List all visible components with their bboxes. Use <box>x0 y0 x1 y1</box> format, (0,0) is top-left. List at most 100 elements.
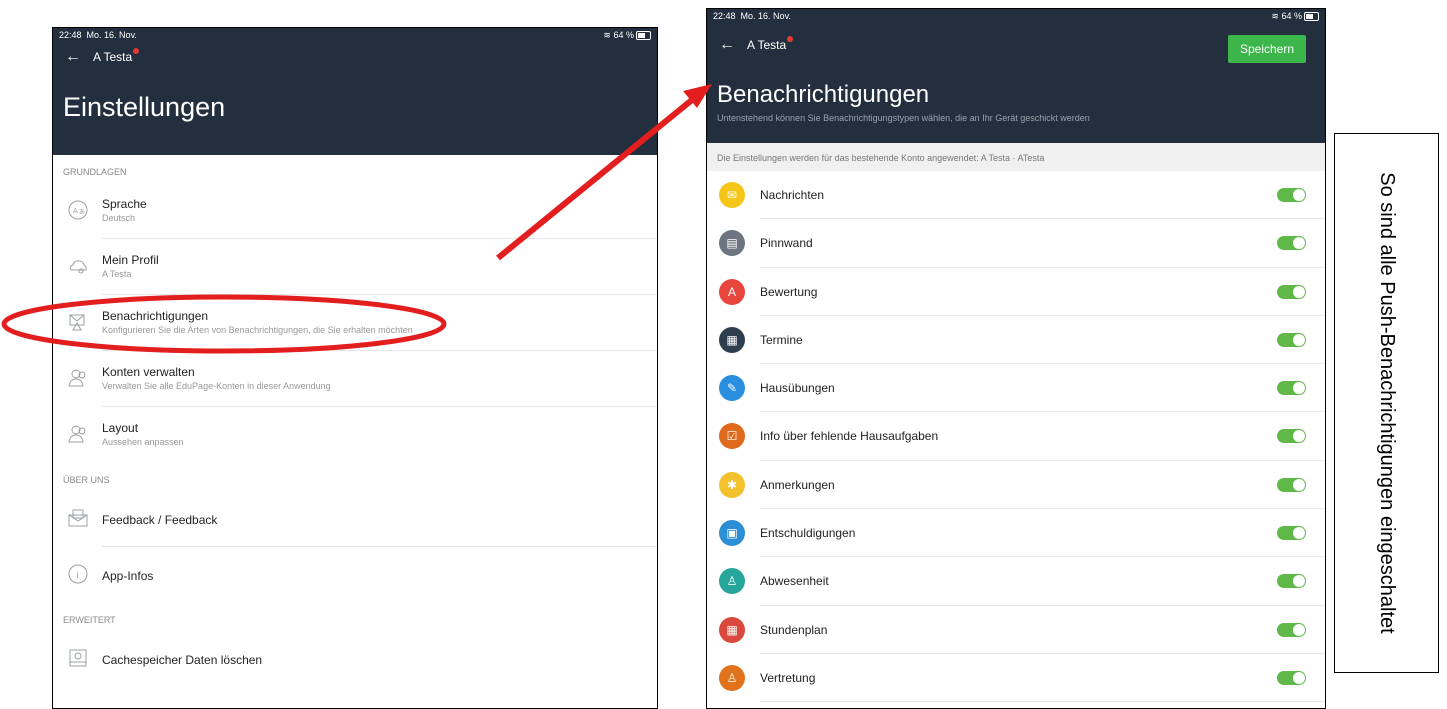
notification-list: ✉ Nachrichten ▤ Pinnwand A Bewertung ▦ Termine ✎… <box>707 171 1325 703</box>
settings-screenshot: 22:48 Mo. 16. Nov. ≋ 64 % ← A Testa Eins… <box>52 27 658 709</box>
layout-icon <box>68 425 86 443</box>
cloud-profile-icon <box>69 260 87 274</box>
notification-label: Nachrichten <box>760 188 825 202</box>
notification-label: Info über fehlende Hausaufgaben <box>760 429 939 444</box>
status-bar: 22:48 Mo. 16. Nov. ≋ 64 % <box>707 9 1325 23</box>
status-time: 22:48 <box>59 30 82 40</box>
notification-dot <box>133 48 140 54</box>
notification-toggle[interactable] <box>1277 284 1306 299</box>
notifications-header: 22:48 Mo. 16. Nov. ≋ 64 % ← A Testa Spei… <box>707 9 1325 143</box>
settings-item-profil[interactable]: Mein Profil A Testa <box>53 239 657 295</box>
notification-toggle[interactable] <box>1277 236 1306 251</box>
item-title: Cachespeicher Daten löschen <box>102 653 263 667</box>
save-button[interactable]: Speichern <box>1228 35 1306 63</box>
notification-row: ✎ Hausübungen <box>707 364 1325 413</box>
notification-label: Anmerkungen <box>760 477 835 492</box>
settings-item-benachrichtigungen[interactable]: Benachrichtigungen Konfigurieren Sie die… <box>53 295 657 351</box>
back-arrow-icon[interactable]: ← <box>719 36 735 54</box>
cache-icon <box>69 649 87 667</box>
settings-header: 22:48 Mo. 16. Nov. ≋ 64 % ← A Testa Eins… <box>53 28 657 155</box>
status-date: Mo. 16. Nov. <box>86 30 137 40</box>
wifi-icon: ≋ <box>603 30 611 40</box>
accounts-icon <box>68 369 86 387</box>
notification-toggle[interactable] <box>1277 622 1306 637</box>
item-title: Feedback / Feedback <box>102 513 218 527</box>
account-info-bar: Die Einstellungen werden für das bestehe… <box>707 143 1325 171</box>
notification-toggle[interactable] <box>1277 670 1306 685</box>
notification-settings-icon <box>69 314 85 331</box>
svg-text:A: A <box>73 208 78 215</box>
notification-toggle[interactable] <box>1277 526 1306 541</box>
item-subtitle: Deutsch <box>102 213 136 223</box>
battery-icon <box>1304 12 1319 22</box>
notification-row: ▣ Entschuldigungen <box>707 509 1325 558</box>
info-icon: i <box>68 564 88 584</box>
feedback-icon <box>68 509 88 527</box>
back-arrow-icon[interactable]: ← <box>65 48 81 66</box>
notification-type-icon: ✱ <box>719 471 745 498</box>
svg-text:i: i <box>77 570 79 580</box>
item-subtitle: Konfigurieren Sie die Arten von Benachri… <box>102 325 413 335</box>
wifi-icon: ≋ <box>1271 11 1279 21</box>
status-bar: 22:48 Mo. 16. Nov. ≋ 64 % <box>53 28 657 42</box>
notification-label: Abwesenheit <box>760 574 829 589</box>
notification-row: ▤ Pinnwand <box>707 219 1325 268</box>
settings-item-appinfo[interactable]: i App-Infos <box>53 547 657 603</box>
notification-row: ✱ Anmerkungen <box>707 461 1325 510</box>
notification-type-icon: ▦ <box>719 616 745 643</box>
notification-label: Termine <box>760 332 803 347</box>
notification-dot <box>787 36 794 42</box>
notification-type-icon: ▣ <box>719 520 745 547</box>
divider <box>760 701 1325 703</box>
notification-toggle[interactable] <box>1277 477 1306 492</box>
svg-text:あ: あ <box>79 209 85 216</box>
page-subtitle: Untenstehend können Sie Benachrichtigung… <box>717 113 1090 123</box>
notification-label: Bewertung <box>760 284 818 299</box>
notification-label: Entschuldigungen <box>760 526 856 541</box>
notification-toggle[interactable] <box>1277 332 1306 347</box>
notification-label: Stundenplan <box>760 622 828 637</box>
notification-row: ▦ Termine <box>707 316 1325 365</box>
notification-toggle[interactable] <box>1277 188 1306 202</box>
notification-row: ♙ Vertretung <box>707 654 1325 703</box>
item-title: Benachrichtigungen <box>102 309 209 323</box>
section-about: ÜBER UNS <box>63 475 110 485</box>
notification-row: ☑ Info über fehlende Hausaufgaben <box>707 412 1325 461</box>
item-title: App-Infos <box>102 569 154 583</box>
notification-type-icon: ♙ <box>719 664 745 691</box>
battery-percent: 64 % <box>613 30 634 40</box>
item-subtitle: Verwalten Sie alle EduPage-Konten in die… <box>102 381 331 391</box>
section-basics: GRUNDLAGEN <box>63 167 127 177</box>
notification-row: ▦ Stundenplan <box>707 606 1325 654</box>
language-icon: Aあ <box>68 200 88 220</box>
callout-text: So sind alle Push-Benachrichtigungen ein… <box>1375 172 1398 634</box>
item-subtitle: A Testa <box>102 269 132 279</box>
settings-item-sprache[interactable]: Aあ Sprache Deutsch <box>53 183 657 239</box>
notification-row: A Bewertung <box>707 268 1325 316</box>
battery-icon <box>636 31 651 41</box>
item-title: Mein Profil <box>102 253 159 267</box>
settings-item-konten[interactable]: Konten verwalten Verwalten Sie alle EduP… <box>53 351 657 407</box>
notification-type-icon: ✎ <box>719 375 745 402</box>
notification-type-icon: A <box>719 278 745 305</box>
settings-item-feedback[interactable]: Feedback / Feedback <box>53 491 657 547</box>
notification-type-icon: ▦ <box>719 326 745 353</box>
item-title: Layout <box>102 421 139 435</box>
back-account-label[interactable]: A Testa <box>93 50 132 64</box>
status-date: Mo. 16. Nov. <box>740 11 791 21</box>
back-account-label[interactable]: A Testa <box>747 38 786 52</box>
callout-box: So sind alle Push-Benachrichtigungen ein… <box>1334 133 1439 673</box>
notification-type-icon: ✉ <box>719 182 745 208</box>
notification-toggle[interactable] <box>1277 574 1306 589</box>
status-time: 22:48 <box>713 11 736 21</box>
page-title: Einstellungen <box>63 92 226 122</box>
notification-toggle[interactable] <box>1277 381 1306 396</box>
item-title: Konten verwalten <box>102 365 195 379</box>
notification-label: Pinnwand <box>760 236 813 251</box>
notification-row: ♙ Abwesenheit <box>707 557 1325 606</box>
settings-item-layout[interactable]: Layout Aussehen anpassen <box>53 407 657 463</box>
settings-item-cache[interactable]: Cachespeicher Daten löschen <box>53 631 657 687</box>
page-title: Benachrichtigungen <box>717 81 930 108</box>
notification-label: Hausübungen <box>760 381 835 396</box>
notification-toggle[interactable] <box>1277 429 1306 444</box>
